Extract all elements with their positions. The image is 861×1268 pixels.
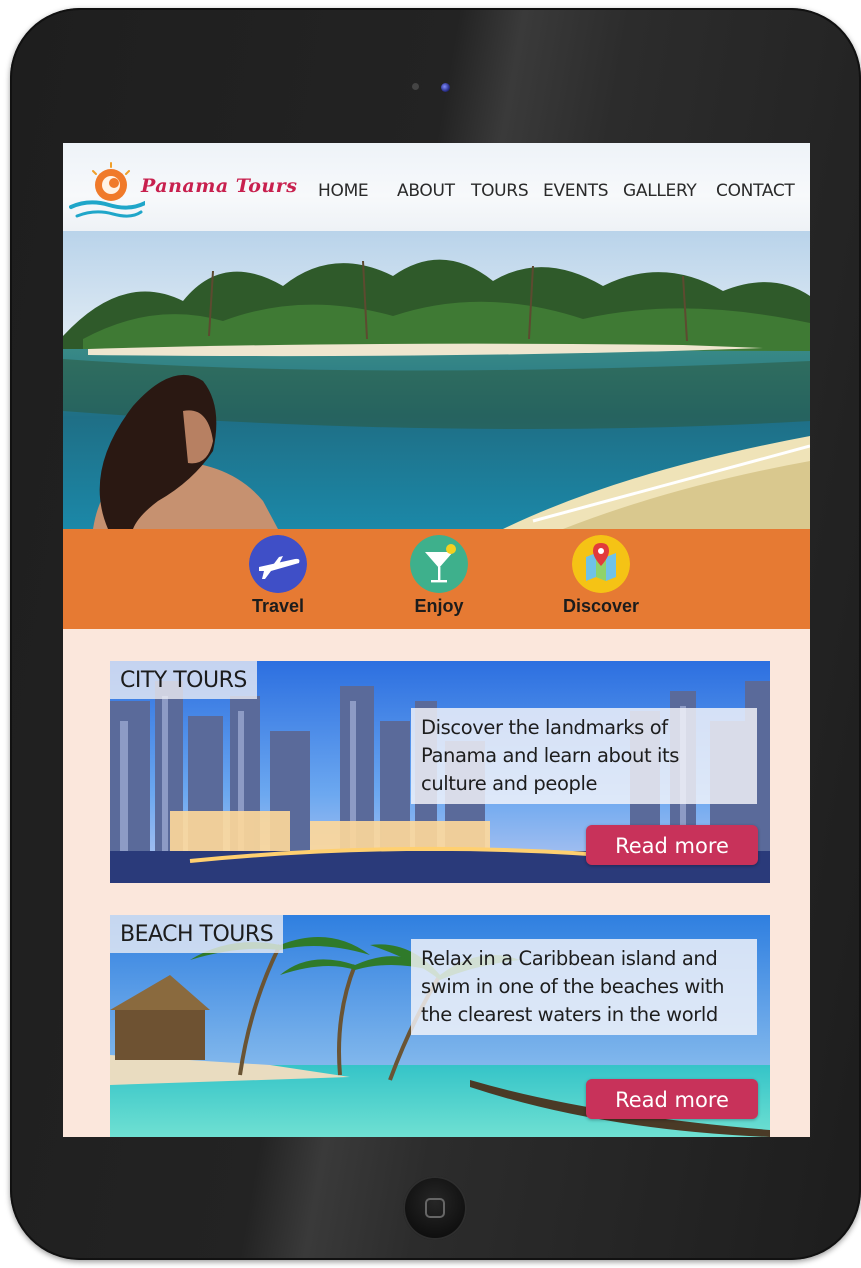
feature-travel[interactable]: Travel xyxy=(223,535,333,623)
tablet-screen: Panama Tours HOME ABOUT TOURS EVENTS GAL… xyxy=(63,143,810,1137)
read-more-button[interactable]: Read more xyxy=(586,825,758,865)
hero-island-image xyxy=(63,231,810,529)
nav-home[interactable]: HOME xyxy=(318,181,369,201)
nav-events[interactable]: EVENTS xyxy=(543,181,609,201)
nav-about[interactable]: ABOUT xyxy=(397,181,455,201)
home-button[interactable] xyxy=(403,1176,467,1240)
nav-contact[interactable]: CONTACT xyxy=(716,181,795,201)
site-header: Panama Tours HOME ABOUT TOURS EVENTS GAL… xyxy=(63,143,810,231)
card-title: BEACH TOURS xyxy=(110,915,284,953)
sun-wave-logo-icon[interactable] xyxy=(69,159,145,223)
cocktail-icon xyxy=(410,535,468,593)
map-pin-icon xyxy=(572,535,630,593)
card-city-tours: CITY TOURS Discover the landmarks of Pan… xyxy=(110,661,770,883)
brand-name[interactable]: Panama Tours xyxy=(141,175,297,197)
read-more-button[interactable]: Read more xyxy=(586,1079,758,1119)
feature-label: Enjoy xyxy=(414,596,464,616)
card-description: Discover the landmarks of Panama and lea… xyxy=(411,708,757,804)
feature-enjoy[interactable]: Enjoy xyxy=(384,535,494,623)
features-bar: Travel Enjoy Discover xyxy=(63,529,810,629)
nav-tours[interactable]: TOURS xyxy=(471,181,529,201)
card-description: Relax in a Caribbean island and swim in … xyxy=(411,939,757,1035)
airplane-icon xyxy=(249,535,307,593)
card-title: CITY TOURS xyxy=(110,661,257,699)
home-square-icon xyxy=(425,1198,445,1218)
nav-gallery[interactable]: GALLERY xyxy=(623,181,697,201)
sensor-dot xyxy=(412,83,419,90)
feature-label: Travel xyxy=(251,596,305,616)
camera-lens-icon xyxy=(441,83,450,92)
feature-label: Discover xyxy=(562,596,640,616)
feature-discover[interactable]: Discover xyxy=(546,535,656,623)
card-beach-tours: BEACH TOURS Relax in a Caribbean island … xyxy=(110,915,770,1137)
